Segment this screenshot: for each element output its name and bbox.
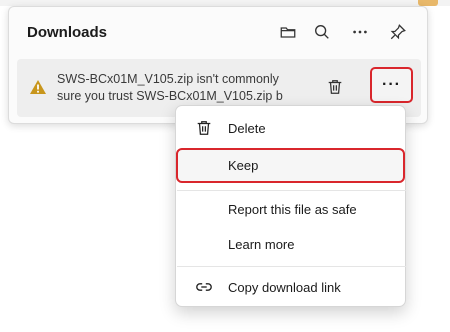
menu-item-delete[interactable]: Delete	[180, 111, 401, 145]
download-warning-line-1: SWS-BCx01M_V105.zip isn't commonly	[57, 72, 279, 86]
menu-divider	[177, 190, 406, 191]
downloads-header: Downloads	[9, 7, 427, 57]
text-fade	[281, 67, 303, 109]
menu-item-label: Learn more	[228, 236, 295, 252]
menu-divider	[177, 266, 406, 267]
menu-item-copy-link[interactable]: Copy download link	[180, 270, 401, 304]
menu-item-label: Copy download link	[228, 279, 341, 295]
folder-icon[interactable]	[277, 21, 299, 43]
menu-item-label: Keep	[228, 158, 259, 173]
link-icon	[194, 277, 214, 297]
more-actions-button[interactable]: ···	[370, 67, 413, 103]
more-options-icon[interactable]	[349, 21, 371, 43]
menu-item-label: Delete	[228, 120, 266, 136]
download-context-menu: Delete Keep Report this file as safe Lea…	[175, 105, 406, 307]
download-warning-line-2: sure you trust SWS-BCx01M_V105.zip b	[57, 89, 283, 103]
pin-icon[interactable]	[387, 21, 409, 43]
menu-item-label: Report this file as safe	[228, 201, 357, 217]
trash-icon	[194, 118, 214, 138]
trash-icon[interactable]	[323, 75, 347, 99]
panel-title: Downloads	[27, 24, 108, 41]
warning-icon	[29, 79, 47, 95]
menu-item-keep[interactable]: Keep	[176, 148, 405, 183]
menu-item-learn-more[interactable]: Learn more	[180, 227, 401, 261]
menu-item-report-safe[interactable]: Report this file as safe	[180, 192, 401, 226]
download-warning-text: SWS-BCx01M_V105.zip isn't commonly sure …	[57, 71, 301, 105]
search-icon[interactable]	[311, 21, 333, 43]
